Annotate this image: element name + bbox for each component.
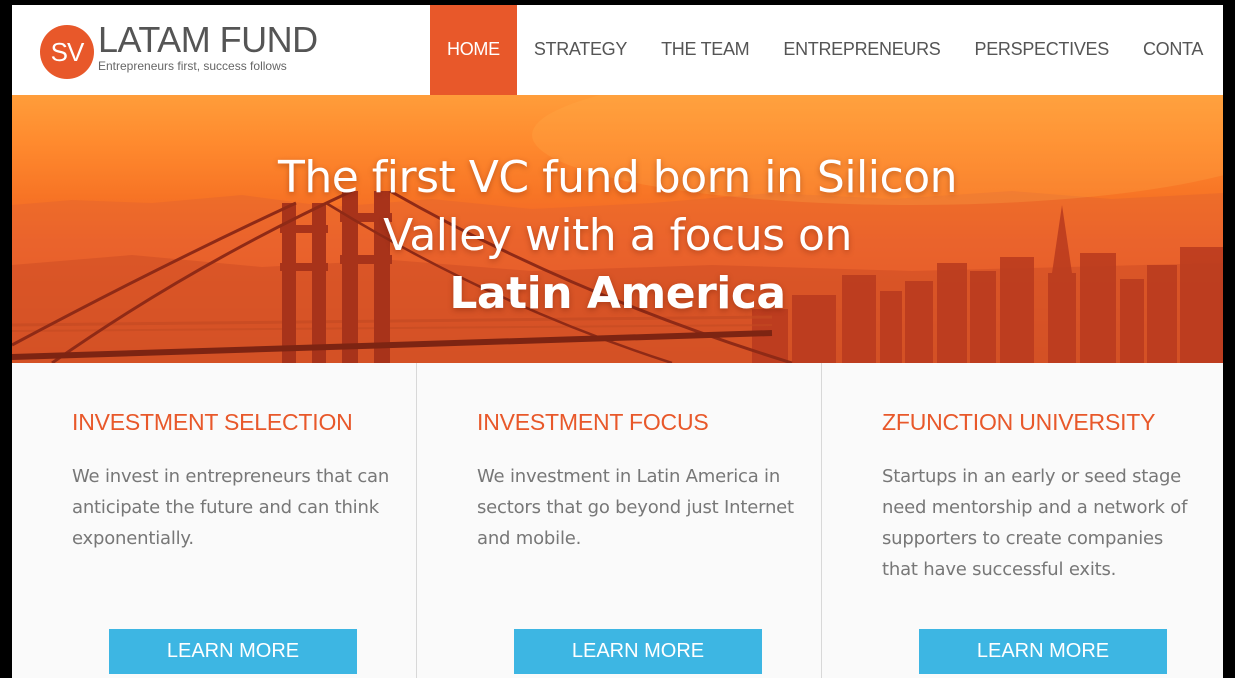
feature-columns: INVESTMENT SELECTION We invest in entrep… [12, 363, 1223, 678]
feature-investment-focus: INVESTMENT FOCUS We investment in Latin … [417, 363, 822, 678]
feature-zfunction-university: ZFUNCTION UNIVERSITY Startups in an earl… [822, 363, 1223, 678]
hero-line-1: The first VC fund born in Silicon [277, 152, 958, 203]
feature-title: ZFUNCTION UNIVERSITY [882, 409, 1156, 435]
learn-more-button[interactable]: LEARN MORE [514, 629, 762, 674]
site-logo[interactable]: SV LATAM FUND Entrepreneurs first, succe… [40, 19, 340, 81]
site-header: SV LATAM FUND Entrepreneurs first, succe… [12, 5, 1223, 95]
main-nav: HOME STRATEGY THE TEAM ENTREPRENEURS PER… [430, 5, 1220, 95]
logo-title: LATAM FUND [98, 19, 318, 60]
logo-tagline: Entrepreneurs first, success follows [98, 59, 287, 73]
page-frame: SV LATAM FUND Entrepreneurs first, succe… [12, 5, 1223, 678]
nav-item-perspectives[interactable]: PERSPECTIVES [958, 5, 1126, 95]
feature-title: INVESTMENT FOCUS [477, 409, 709, 435]
feature-body: We invest in entrepreneurs that can anti… [72, 466, 390, 549]
learn-more-button[interactable]: LEARN MORE [109, 629, 357, 674]
feature-body: Startups in an early or seed stage need … [882, 466, 1188, 580]
nav-item-strategy[interactable]: STRATEGY [517, 5, 644, 95]
feature-body: We investment in Latin America in sector… [477, 466, 794, 549]
hero-line-2: Valley with a focus on [383, 210, 852, 261]
hero-line-3: Latin America [449, 268, 786, 319]
logo-mark: SV [40, 25, 94, 79]
hero-banner: The first VC fund born in Silicon Valley… [12, 95, 1223, 363]
hero-headline: The first VC fund born in Silicon Valley… [12, 149, 1223, 323]
learn-more-button[interactable]: LEARN MORE [919, 629, 1167, 674]
nav-item-team[interactable]: THE TEAM [644, 5, 766, 95]
nav-item-home[interactable]: HOME [430, 5, 517, 95]
feature-title: INVESTMENT SELECTION [72, 409, 353, 435]
feature-investment-selection: INVESTMENT SELECTION We invest in entrep… [12, 363, 417, 678]
nav-item-entrepreneurs[interactable]: ENTREPRENEURS [766, 5, 957, 95]
nav-item-contact[interactable]: CONTA [1126, 5, 1220, 95]
